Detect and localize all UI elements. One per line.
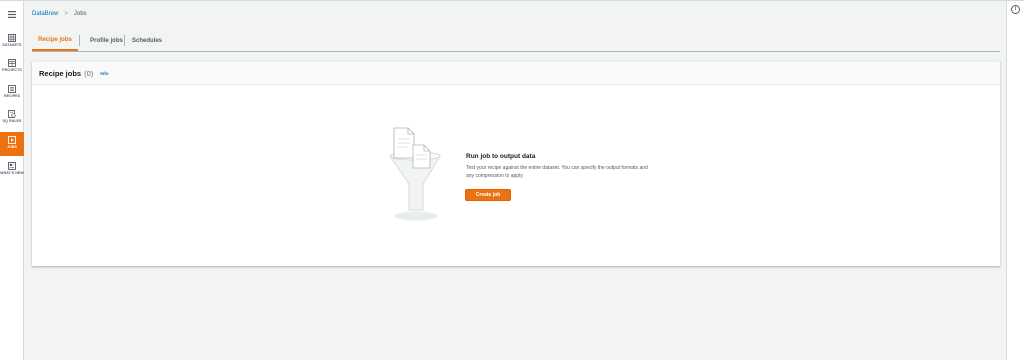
tab-recipe-jobs[interactable]: Recipe jobs (32, 31, 78, 51)
nav-item-label: WHAT'S NEW (0, 171, 24, 175)
nav-item-label: DATASETS (2, 43, 22, 47)
play-icon (8, 136, 16, 144)
news-icon (8, 162, 16, 170)
top-border (0, 0, 1024, 1)
breadcrumb: DataBrew > Jobs (32, 11, 87, 17)
panel-title: Recipe jobs (39, 68, 82, 78)
nav-item-whats-new[interactable]: WHAT'S NEW (0, 162, 24, 186)
funnel-documents-illustration (389, 127, 441, 221)
menu-button[interactable] (0, 7, 24, 21)
info-icon[interactable]: i (1011, 5, 1020, 14)
nav-item-label: RECIPES (3, 94, 21, 98)
help-panel-strip: i (1006, 1, 1024, 360)
nav-item-datasets[interactable]: DATASETS (0, 34, 24, 58)
table-icon (8, 34, 16, 42)
left-nav-rail: DATASETS PROJECTS RECIPES DQ RULES JOBS … (0, 1, 24, 360)
hamburger-icon (8, 10, 16, 18)
nav-item-projects[interactable]: PROJECTS (0, 59, 24, 83)
job-tabs: Recipe jobs Profile jobs Schedules (32, 31, 1000, 52)
job-count: (0) (84, 68, 94, 78)
create-job-button[interactable]: Create job (465, 189, 511, 201)
info-link[interactable]: Info (100, 71, 108, 76)
breadcrumb-separator: > (64, 11, 68, 17)
nav-item-dq-rules[interactable]: DQ RULES (0, 110, 24, 134)
list-icon (8, 85, 16, 93)
nav-item-label: PROJECTS (2, 68, 22, 72)
nav-item-label: DQ RULES (2, 119, 22, 123)
nav-item-jobs[interactable]: JOBS (0, 132, 24, 156)
empty-state-description: Test your recipe against the entire data… (466, 165, 648, 179)
recipe-jobs-panel: Recipe jobs (0) Info Run job to output d… (32, 61, 1000, 266)
panel-header: Recipe jobs (0) Info (32, 62, 1000, 85)
breadcrumb-current: Jobs (73, 11, 87, 17)
empty-state-title: Run job to output data (466, 153, 536, 160)
dq-rules-icon (8, 110, 16, 118)
grid-icon (8, 59, 16, 67)
nav-item-label: JOBS (7, 145, 17, 149)
nav-item-recipes[interactable]: RECIPES (0, 85, 24, 109)
breadcrumb-databrew-link[interactable]: DataBrew (32, 11, 58, 17)
tab-schedules[interactable]: Schedules (125, 31, 169, 50)
